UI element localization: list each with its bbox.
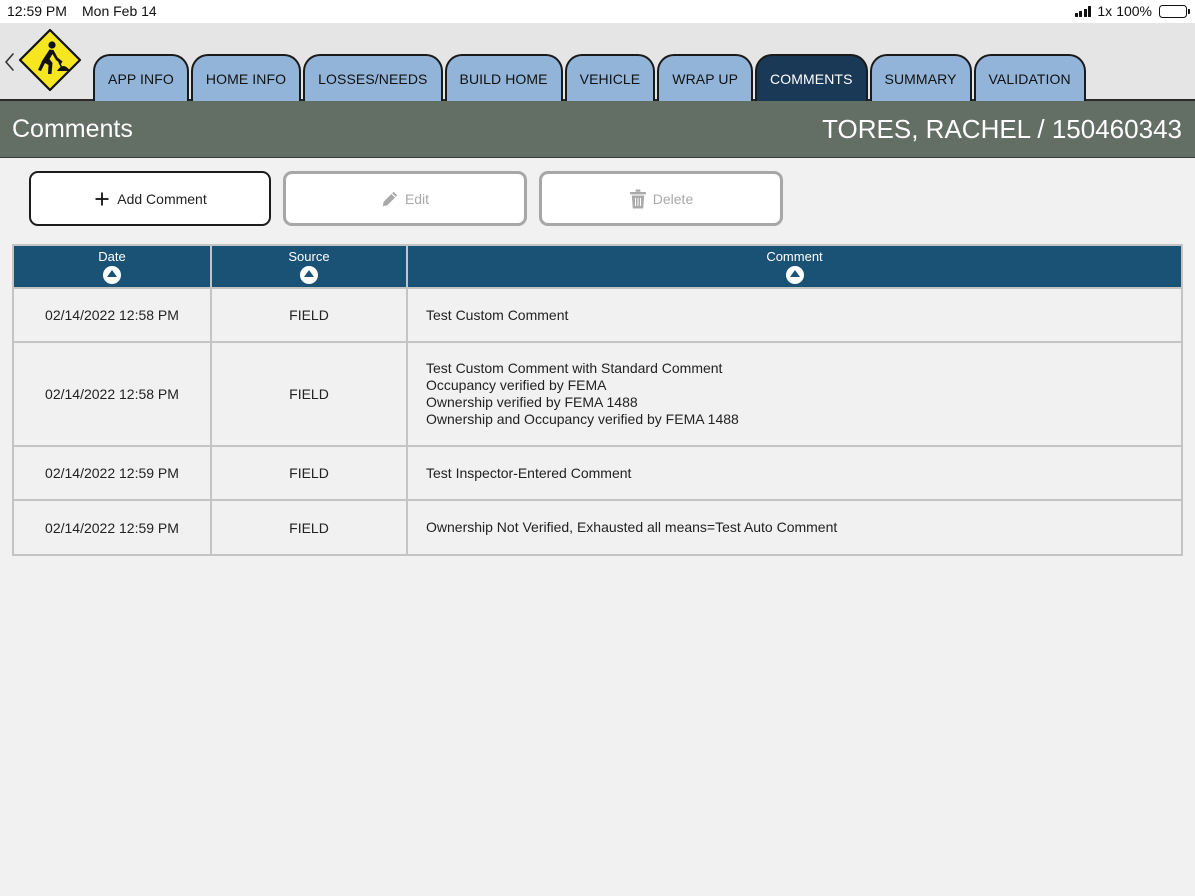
tab-build-home[interactable]: BUILD HOME <box>444 54 563 101</box>
comment-line: Test Custom Comment <box>426 306 569 323</box>
comment-line: Occupancy verified by FEMA <box>426 377 607 393</box>
comments-table: Date Source Comment 02/14/2022 12:58 PM … <box>12 244 1183 556</box>
tab-home-info[interactable]: HOME INFO <box>190 54 302 101</box>
table-row[interactable]: 02/14/2022 12:59 PM FIELD Ownership Not … <box>14 501 1181 554</box>
tab-app-info[interactable]: APP INFO <box>93 54 189 101</box>
tab-losses-needs[interactable]: LOSSES/NEEDS <box>303 54 443 101</box>
status-time: 12:59 PM <box>7 3 67 19</box>
sort-ascending-icon[interactable] <box>785 266 804 284</box>
cell-date: 02/14/2022 12:58 PM <box>45 307 179 323</box>
comment-line: Ownership and Occupancy verified by FEMA… <box>426 411 739 427</box>
sort-ascending-icon[interactable] <box>103 266 121 284</box>
status-indicators: 1x 100% <box>1074 3 1190 19</box>
cell-source: FIELD <box>210 447 406 499</box>
status-date: Mon Feb 14 <box>82 3 157 19</box>
column-header-label: Comment <box>766 249 823 264</box>
cell-comment: Test Custom Comment <box>406 289 1181 341</box>
edit-label: Edit <box>404 190 430 207</box>
column-header-comment[interactable]: Comment <box>406 246 1181 287</box>
add-comment-button[interactable]: Add Comment <box>29 171 271 226</box>
comment-line: Test Inspector-Entered Comment <box>426 464 632 481</box>
column-header-label: Source <box>288 249 330 264</box>
tab-validation[interactable]: VALIDATION <box>973 54 1086 101</box>
table-row[interactable]: 02/14/2022 12:59 PM FIELD Test Inspector… <box>14 447 1181 501</box>
construction-worker-icon[interactable] <box>18 28 82 92</box>
zoom-level: 1x <box>1097 3 1113 19</box>
column-header-source[interactable]: Source <box>210 246 406 287</box>
trash-icon <box>629 189 647 209</box>
tab-wrap-up[interactable]: WRAP UP <box>657 54 754 101</box>
comment-line: Ownership Not Verified, Exhausted all me… <box>426 519 838 535</box>
edit-button[interactable]: Edit <box>283 171 527 226</box>
battery-percent: 100% <box>1116 3 1152 19</box>
page-title: Comments <box>12 115 133 143</box>
cell-source: FIELD <box>210 289 406 341</box>
tab-summary[interactable]: SUMMARY <box>869 54 972 101</box>
battery-icon <box>1159 4 1190 18</box>
pencil-icon <box>381 189 399 209</box>
delete-button[interactable]: Delete <box>539 171 783 226</box>
status-bar: 12:59 PM Mon Feb 14 1x 100% <box>0 0 1195 23</box>
comment-line: Ownership verified by FEMA 1488 <box>426 394 638 410</box>
cell-date: 02/14/2022 12:58 PM <box>45 386 179 402</box>
plus-icon <box>93 189 111 209</box>
cell-comment: Test Custom Comment with Standard Commen… <box>406 343 1181 445</box>
table-row[interactable]: 02/14/2022 12:58 PM FIELD Test Custom Co… <box>14 289 1181 343</box>
tab-comments[interactable]: COMMENTS <box>755 54 868 101</box>
column-header-date[interactable]: Date <box>14 246 210 287</box>
sort-ascending-icon[interactable] <box>300 266 318 284</box>
applicant-record: TORES, RACHEL / 150460343 <box>822 114 1182 144</box>
cell-date: 02/14/2022 12:59 PM <box>45 465 179 481</box>
tab-bar: APP INFO HOME INFO LOSSES/NEEDS BUILD HO… <box>0 23 1195 101</box>
cell-comment: Ownership Not Verified, Exhausted all me… <box>406 501 1181 554</box>
page-header: Comments TORES, RACHEL / 150460343 <box>0 101 1195 158</box>
cell-source: FIELD <box>210 501 406 554</box>
comment-line: Test Custom Comment with Standard Commen… <box>426 360 723 376</box>
cell-date: 02/14/2022 12:59 PM <box>45 519 179 536</box>
cellular-signal-icon <box>1074 5 1092 17</box>
table-header: Date Source Comment <box>14 246 1181 289</box>
column-header-label: Date <box>98 249 126 264</box>
section-tabs: APP INFO HOME INFO LOSSES/NEEDS BUILD HO… <box>93 54 1086 101</box>
delete-label: Delete <box>652 190 694 207</box>
table-row[interactable]: 02/14/2022 12:58 PM FIELD Test Custom Co… <box>14 343 1181 447</box>
cell-comment: Test Inspector-Entered Comment <box>406 447 1181 499</box>
add-comment-label: Add Comment <box>117 190 207 207</box>
tab-vehicle[interactable]: VEHICLE <box>564 54 656 101</box>
cell-source: FIELD <box>210 343 406 445</box>
back-chevron-icon[interactable] <box>3 51 17 73</box>
